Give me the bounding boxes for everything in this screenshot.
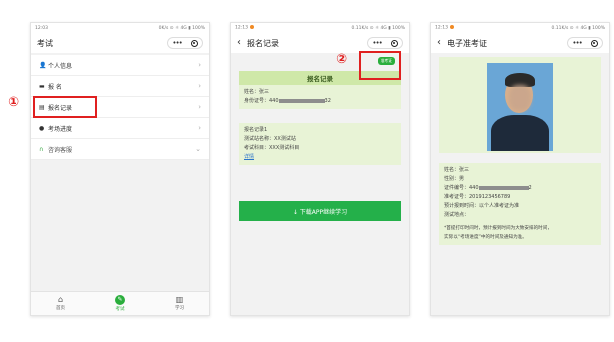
tab-home[interactable]: ⌂ 首页 <box>56 295 65 312</box>
progress-icon: ● <box>39 124 45 132</box>
close-target-icon[interactable] <box>190 39 198 47</box>
step-marker-2: ② <box>336 52 348 67</box>
close-target-icon[interactable] <box>390 39 398 47</box>
tab-label: 学习 <box>175 306 184 311</box>
notification-dot-icon <box>249 25 254 30</box>
status-indicators: 0K/s ⊙ ☼ 4G ▮ 100% <box>158 25 205 31</box>
menu-item-label: 报 名 <box>48 83 62 91</box>
chevron-right-icon: › <box>198 103 201 111</box>
menu-item-customer-service[interactable]: ∩ 咨询客服 ⌄ <box>31 139 209 160</box>
test-location-row: 测试地点： <box>444 212 470 218</box>
more-icon[interactable]: ••• <box>172 39 182 47</box>
ticket-number-row: 准考证号：2019123456789 <box>444 194 511 200</box>
chevron-right-icon: › <box>198 124 201 132</box>
redacted-id-mask <box>478 185 529 190</box>
chevron-right-icon: › <box>198 82 201 90</box>
station-row: 测试站名称：XX测试站 <box>244 136 296 142</box>
status-bar: 12:13 0.11K/s ⊙ ☼ 4G ▮ 100% <box>431 23 609 33</box>
highlight-box-records <box>33 96 97 118</box>
id-number-row: 证件编号：440 2 <box>444 185 532 191</box>
more-icon[interactable]: ••• <box>372 39 382 47</box>
mini-program-capsule[interactable]: ••• <box>567 37 603 49</box>
nav-bar: 考试 ••• <box>31 33 209 53</box>
exam-icon: ✎ <box>115 295 125 305</box>
note-line-1: *首提打印时间时，预计报到时间为大致安排的时间， <box>444 226 552 231</box>
registration-record-card[interactable]: 报名记录1 测试站名称：XX测试站 考试科目：XXX测试科目 详情 <box>239 123 401 165</box>
page-title: 报名记录 <box>247 38 279 48</box>
mini-program-capsule[interactable]: ••• <box>367 37 403 49</box>
name-row: 姓名：张三 <box>244 89 270 95</box>
phone-exam-menu: 12:03 0K/s ⊙ ☼ 4G ▮ 100% 考试 ••• 👤 个人信息 ›… <box>30 22 210 316</box>
tab-bar: ⌂ 首页 ✎ 考试 ▥ 学习 <box>31 291 209 315</box>
nav-bar: ‹ 报名记录 ••• <box>231 33 409 53</box>
status-time: 12:13 <box>435 25 454 31</box>
photo-frame <box>485 63 555 153</box>
id-card-icon: ▬ <box>39 82 45 90</box>
tab-label: 考试 <box>115 307 125 312</box>
page-title: 考试 <box>37 38 53 48</box>
ticket-photo-area <box>439 57 601 153</box>
back-icon[interactable]: ‹ <box>237 38 241 48</box>
id-number-row: 身份证号：440 32 <box>244 98 331 104</box>
screenshot-stage: 12:03 0K/s ⊙ ☼ 4G ▮ 100% 考试 ••• 👤 个人信息 ›… <box>0 0 614 342</box>
name-row: 姓名：张三 <box>444 167 470 173</box>
phone-admission-ticket: 12:13 0.11K/s ⊙ ☼ 4G ▮ 100% ‹ 电子准考证 ••• <box>430 22 610 316</box>
notification-dot-icon <box>449 25 454 30</box>
note-line-2: 实际以“考场进度”中的时间及通知为准。 <box>444 235 527 240</box>
ticket-info: 姓名：张三 性别：男 证件编号：440 2 准考证号：2019123456789 … <box>439 163 601 245</box>
menu-item-label: 考场进度 <box>48 125 73 133</box>
more-icon[interactable]: ••• <box>572 39 582 47</box>
menu-item-label: 个人信息 <box>48 62 73 70</box>
back-icon[interactable]: ‹ <box>437 38 441 48</box>
gender-row: 性别：男 <box>444 176 465 182</box>
status-time: 12:03 <box>35 25 48 31</box>
highlight-box-ticket <box>359 51 401 80</box>
subject-row: 考试科目：XXX测试科目 <box>244 145 300 151</box>
record-title: 报名记录1 <box>244 127 268 133</box>
book-icon: ▥ <box>175 295 184 304</box>
person-icon: 👤 <box>39 61 47 69</box>
download-app-button[interactable]: ↓ 下载APP继续学习 <box>239 201 401 221</box>
status-bar: 12:13 0.11K/s ⊙ ☼ 4G ▮ 100% <box>231 23 409 33</box>
mini-program-capsule[interactable]: ••• <box>167 37 203 49</box>
home-icon: ⌂ <box>57 295 64 304</box>
menu-item-register[interactable]: ▬ 报 名 › <box>31 76 209 97</box>
status-bar: 12:03 0K/s ⊙ ☼ 4G ▮ 100% <box>31 23 209 33</box>
ticket-note: *首提打印时间时，预计报到时间为大致安排的时间， 实际以“考场进度”中的时间及通… <box>444 224 596 242</box>
details-link[interactable]: 详情 <box>244 154 254 160</box>
redacted-id-mask <box>278 98 325 103</box>
nav-bar: ‹ 电子准考证 ••• <box>431 33 609 53</box>
status-indicators: 0.11K/s ⊙ ☼ 4G ▮ 100% <box>351 25 405 31</box>
menu-item-exam-progress[interactable]: ● 考场进度 › <box>31 118 209 139</box>
report-time-row: 预计报到时间：以个人准考证为准 <box>444 203 520 209</box>
menu-item-label: 咨询客服 <box>48 146 73 154</box>
tab-study[interactable]: ▥ 学习 <box>175 295 184 312</box>
tab-exam[interactable]: ✎ 考试 <box>115 295 125 312</box>
chevron-right-icon: › <box>198 61 201 69</box>
status-indicators: 0.11K/s ⊙ ☼ 4G ▮ 100% <box>551 25 605 31</box>
headset-icon: ∩ <box>39 145 44 153</box>
chevron-down-icon: ⌄ <box>195 145 201 153</box>
status-time: 12:13 <box>235 25 254 31</box>
tab-label: 首页 <box>56 306 65 311</box>
menu-item-personal-info[interactable]: 👤 个人信息 › <box>31 55 209 76</box>
candidate-photo <box>487 63 553 151</box>
page-title: 电子准考证 <box>447 38 487 48</box>
close-target-icon[interactable] <box>590 39 598 47</box>
step-marker-1: ① <box>8 95 20 110</box>
